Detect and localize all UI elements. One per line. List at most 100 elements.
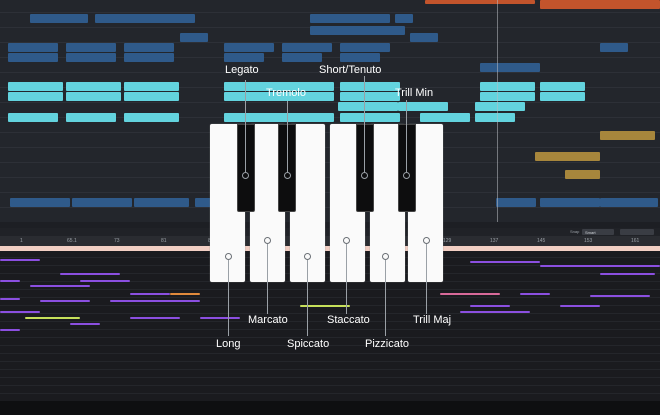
arrange-region[interactable] — [8, 43, 58, 52]
arrange-region[interactable] — [124, 92, 179, 101]
midi-note[interactable] — [0, 329, 20, 331]
arrange-region[interactable] — [540, 198, 600, 207]
keyswitch-dot-icon — [382, 253, 389, 260]
arrange-region[interactable] — [340, 92, 400, 101]
arrange-region[interactable] — [565, 170, 600, 179]
arrange-region[interactable] — [420, 113, 470, 122]
arrange-region[interactable] — [124, 53, 174, 62]
arrange-region[interactable] — [395, 14, 413, 23]
arrange-region[interactable] — [480, 63, 540, 72]
arrange-region[interactable] — [150, 14, 195, 23]
arrange-region[interactable] — [224, 43, 274, 52]
arrange-region[interactable] — [72, 198, 132, 207]
label-spiccato: Spiccato — [287, 338, 330, 350]
black-key-3[interactable] — [356, 124, 374, 212]
arrange-region[interactable] — [475, 113, 515, 122]
midi-note[interactable] — [25, 317, 80, 319]
pitch-grid-line — [0, 369, 660, 370]
black-key-1[interactable] — [237, 124, 255, 212]
playhead-line[interactable] — [497, 0, 498, 222]
midi-note[interactable] — [80, 280, 130, 282]
arrange-region[interactable] — [340, 53, 380, 62]
arrange-region[interactable] — [310, 14, 390, 23]
arrange-region[interactable] — [475, 102, 525, 111]
arrange-region[interactable] — [224, 53, 264, 62]
midi-note[interactable] — [0, 311, 40, 313]
arrange-region[interactable] — [340, 113, 400, 122]
midi-note[interactable] — [0, 259, 40, 261]
pitch-grid-line — [0, 337, 660, 338]
keyswitch-dot-icon — [343, 237, 350, 244]
pitch-grid-line — [0, 353, 660, 354]
arrange-region[interactable] — [224, 113, 334, 122]
midi-note[interactable] — [40, 300, 90, 302]
arrange-region[interactable] — [30, 14, 88, 23]
midi-note[interactable] — [440, 293, 500, 295]
label-trill-maj: Trill Maj — [413, 314, 452, 326]
arrange-region[interactable] — [8, 53, 58, 62]
arrange-region[interactable] — [480, 82, 535, 91]
arrange-region[interactable] — [66, 92, 121, 101]
midi-note[interactable] — [130, 317, 180, 319]
midi-note[interactable] — [560, 305, 600, 307]
black-key-4[interactable] — [398, 124, 416, 212]
arrange-region[interactable] — [66, 53, 116, 62]
midi-note[interactable] — [170, 293, 200, 295]
midi-note[interactable] — [30, 285, 90, 287]
arrange-region[interactable] — [600, 198, 658, 207]
arrange-region[interactable] — [600, 131, 655, 140]
midi-note[interactable] — [0, 280, 20, 282]
arrange-region[interactable] — [600, 43, 628, 52]
keyswitch-dot-icon — [423, 237, 430, 244]
arrange-region[interactable] — [66, 113, 116, 122]
midi-note[interactable] — [200, 317, 240, 319]
logic-pro-window: Snap Smart 165.1738189.19710511312112913… — [0, 0, 660, 415]
arrange-region[interactable] — [66, 82, 121, 91]
arrange-region[interactable] — [124, 82, 179, 91]
midi-note[interactable] — [470, 305, 510, 307]
arrange-region[interactable] — [134, 198, 189, 207]
midi-note[interactable] — [470, 261, 540, 263]
arrange-region[interactable] — [95, 14, 153, 23]
midi-note[interactable] — [110, 300, 200, 302]
midi-note[interactable] — [460, 311, 530, 313]
arrange-region[interactable] — [124, 113, 179, 122]
arrange-region[interactable] — [124, 43, 174, 52]
midi-note[interactable] — [130, 293, 170, 295]
arrange-region[interactable] — [535, 152, 600, 161]
arrange-region[interactable] — [480, 92, 535, 101]
arrange-region[interactable] — [496, 198, 536, 207]
keyswitch-dot-icon — [284, 172, 291, 179]
midi-note[interactable] — [70, 323, 100, 325]
arrange-region[interactable] — [340, 82, 400, 91]
arrange-region[interactable] — [540, 92, 585, 101]
arrange-region[interactable] — [425, 0, 535, 4]
zoom-control[interactable] — [620, 229, 654, 235]
arrange-region[interactable] — [282, 53, 322, 62]
arrange-region[interactable] — [410, 33, 438, 42]
arrange-region[interactable] — [540, 0, 660, 9]
arrange-region[interactable] — [66, 43, 116, 52]
midi-note[interactable] — [540, 265, 660, 267]
midi-note[interactable] — [590, 295, 650, 297]
midi-note[interactable] — [60, 273, 120, 275]
arrange-region[interactable] — [8, 82, 63, 91]
snap-value: Smart — [585, 230, 596, 235]
pitch-grid-line — [0, 393, 660, 394]
arrange-region[interactable] — [540, 82, 585, 91]
staccato-leader — [346, 244, 347, 314]
arrange-region[interactable] — [340, 43, 390, 52]
midi-note[interactable] — [600, 273, 655, 275]
arrange-region[interactable] — [8, 113, 58, 122]
arrange-region[interactable] — [282, 43, 332, 52]
midi-note[interactable] — [520, 293, 550, 295]
arrange-region[interactable] — [338, 102, 398, 111]
arrange-region[interactable] — [8, 92, 63, 101]
snap-select[interactable]: Smart — [582, 229, 614, 235]
arrange-region[interactable] — [310, 26, 405, 35]
arrange-region[interactable] — [180, 33, 208, 42]
arrange-region[interactable] — [10, 198, 70, 207]
keyswitch-dot-icon — [264, 237, 271, 244]
midi-note[interactable] — [0, 298, 20, 300]
label-tremolo: Tremolo — [266, 87, 306, 99]
